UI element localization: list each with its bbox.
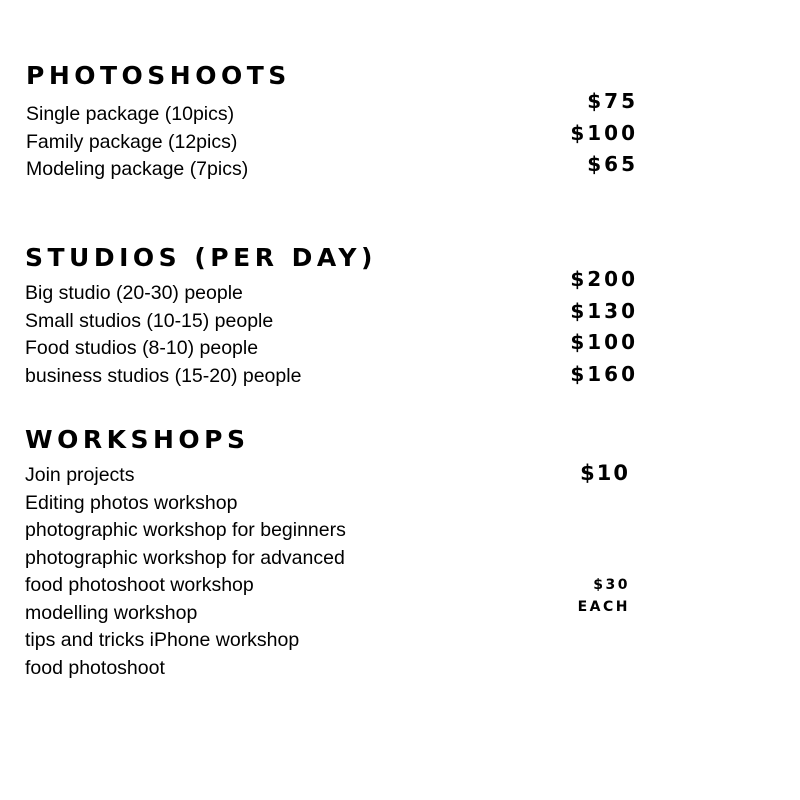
photoshoots-list: Single package (10pics) Family package (… — [26, 101, 248, 184]
list-item: Family package (12pics) — [26, 130, 238, 153]
workshop-each-label: EACH — [577, 599, 630, 615]
studios-heading: STUDIOS (PER DAY) — [25, 243, 377, 272]
list-item: photographic workshop for advanced — [25, 546, 345, 569]
price: $100 — [570, 120, 638, 145]
price: $200 — [570, 267, 638, 291]
list-item: Food studios (8-10) people — [25, 337, 259, 359]
photoshoots-prices: $75 $100 $65 — [570, 86, 638, 181]
list-item: tips and tricks iPhone workshop — [25, 629, 300, 651]
join-projects-price: $10 — [580, 461, 630, 485]
list-item: business studios (15-20) people — [25, 364, 302, 387]
list-item: Modeling package (7pics) — [26, 158, 249, 180]
price: $160 — [570, 361, 638, 386]
workshops-heading: WORKSHOPS — [25, 425, 250, 454]
list-item: food photoshoot — [25, 656, 165, 679]
list-item: Join projects — [25, 464, 135, 486]
list-item: photographic workshop for beginners — [25, 519, 346, 541]
studios-prices: $200 $130 $100 $160 — [570, 264, 638, 390]
workshops-list: Join projects Editing photos workshop ph… — [25, 462, 346, 682]
photoshoots-heading: PHOTOSHOOTS — [26, 61, 291, 90]
studios-list: Big studio (20-30) people Small studios … — [25, 280, 301, 390]
list-item: modelling workshop — [25, 601, 198, 624]
list-item: food photoshoot workshop — [25, 574, 254, 596]
list-item: Big studio (20-30) people — [25, 282, 243, 304]
price: $100 — [570, 330, 638, 354]
workshop-each-price: $30 — [593, 577, 630, 593]
price: $75 — [587, 89, 638, 113]
list-item: Single package (10pics) — [26, 103, 235, 125]
price: $65 — [587, 152, 638, 176]
list-item: Small studios (10-15) people — [25, 309, 274, 332]
list-item: Editing photos workshop — [25, 491, 238, 514]
price: $130 — [570, 298, 638, 323]
